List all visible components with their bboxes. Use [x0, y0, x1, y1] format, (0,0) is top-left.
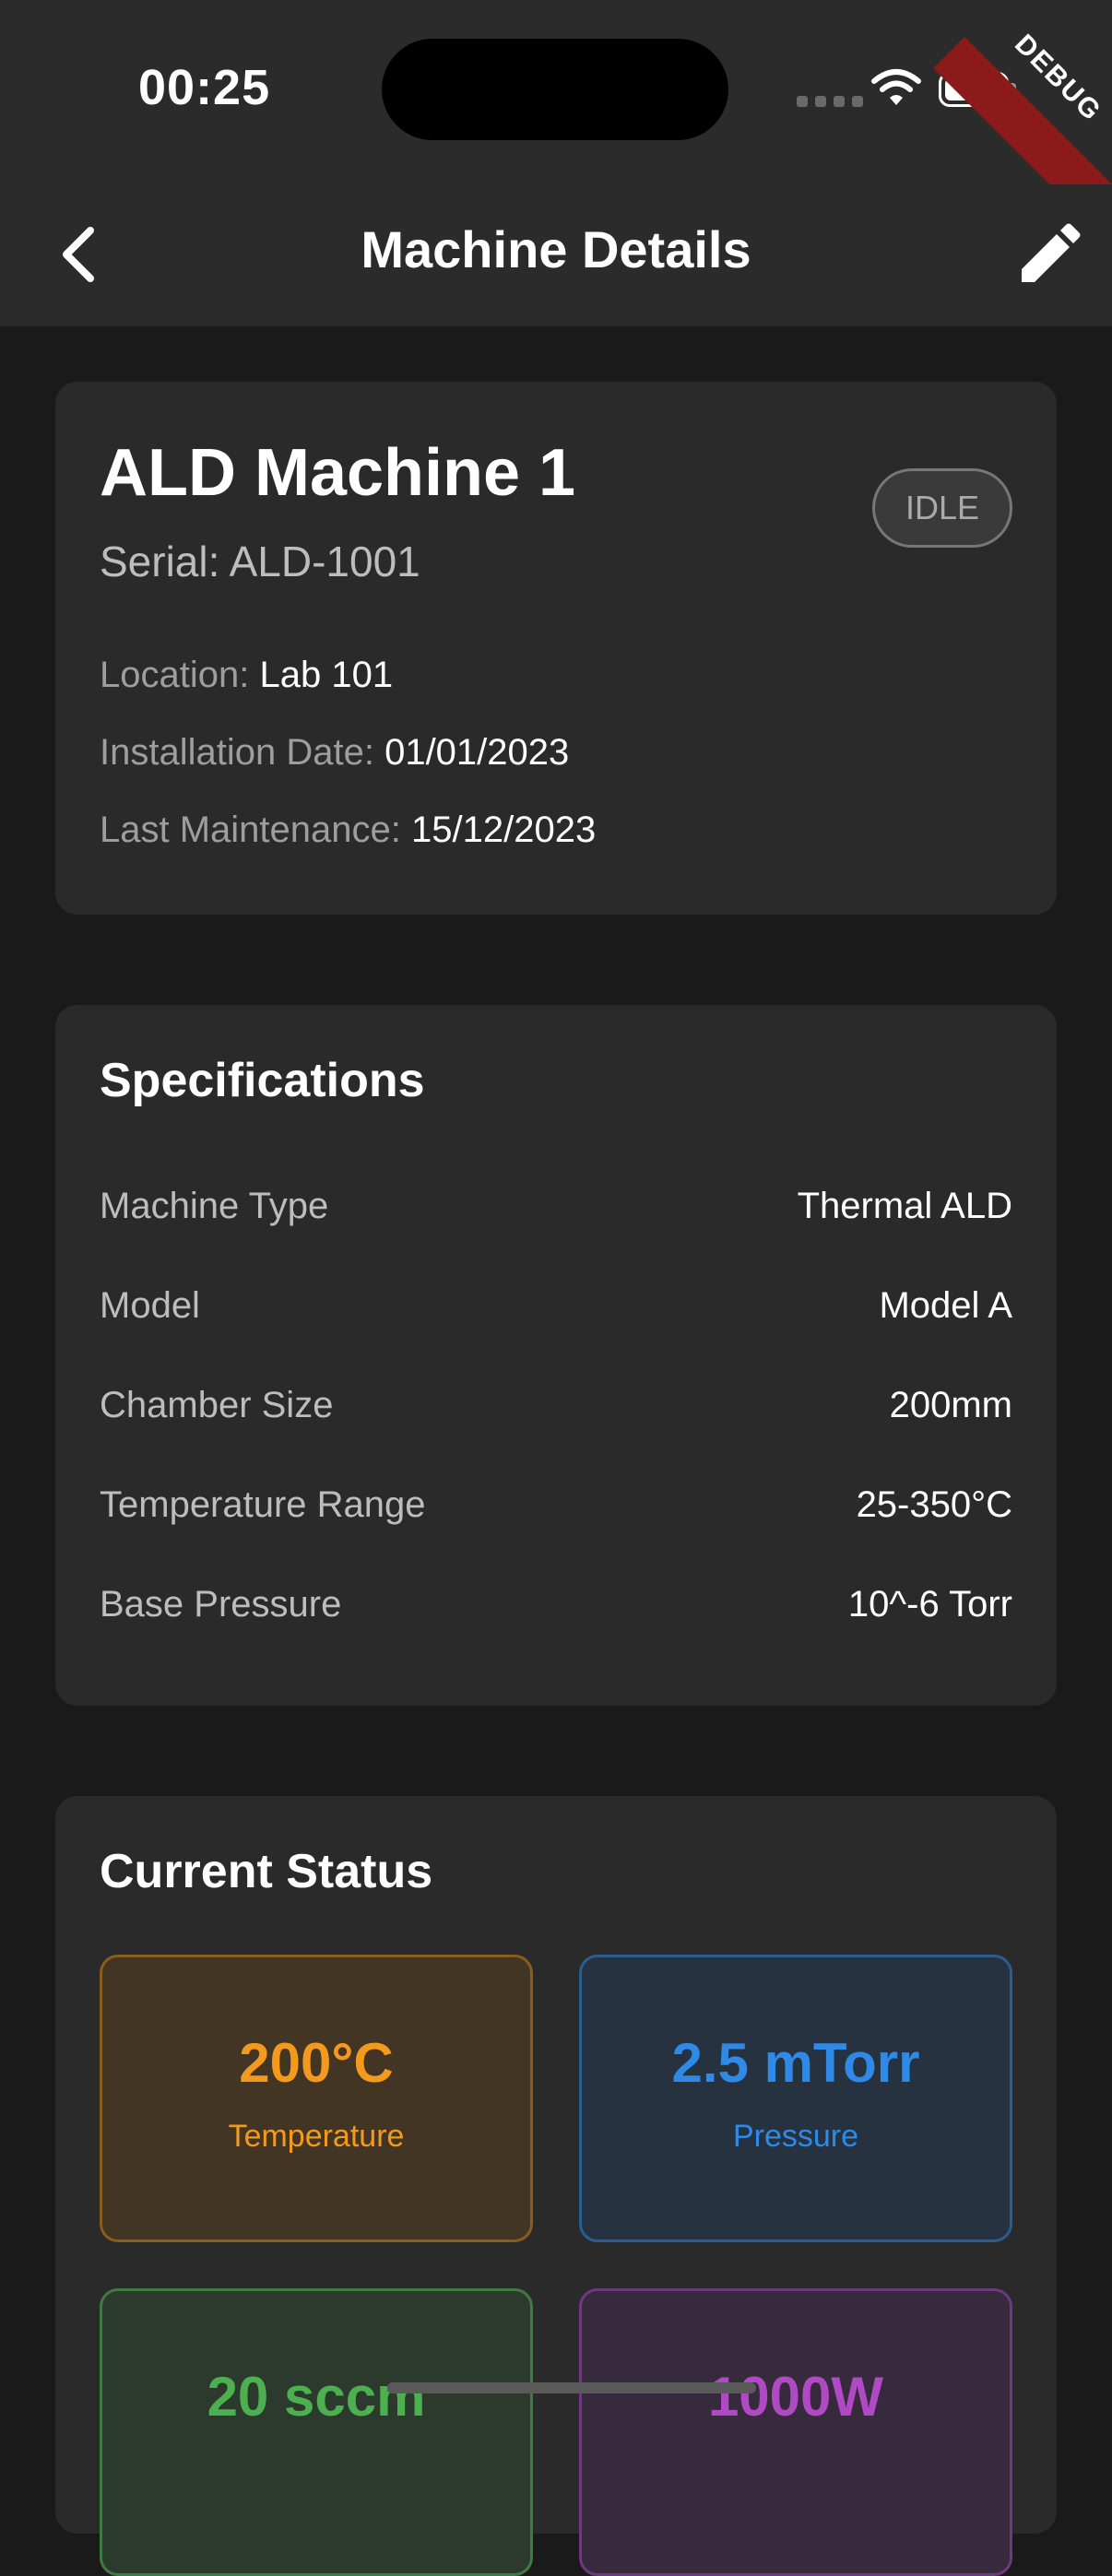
location-line: Location: Lab 101	[100, 655, 393, 696]
spec-value: 200mm	[889, 1385, 1012, 1425]
specifications-card: Specifications Machine Type Thermal ALD …	[55, 1005, 1057, 1706]
specifications-title: Specifications	[100, 1054, 425, 1107]
spec-value: 25-350°C	[856, 1484, 1012, 1525]
spec-row: Base Pressure 10^-6 Torr	[100, 1584, 1012, 1639]
location-label: Location:	[100, 655, 250, 695]
home-indicator[interactable]	[387, 2382, 756, 2393]
spec-key: Model	[100, 1285, 200, 1326]
current-status-title: Current Status	[100, 1845, 433, 1898]
edit-button[interactable]	[1011, 219, 1084, 293]
spec-value: Thermal ALD	[797, 1186, 1012, 1226]
spec-key: Temperature Range	[100, 1484, 426, 1525]
power-value: 1000W	[707, 2366, 884, 2428]
spec-value: 10^-6 Torr	[847, 1584, 1012, 1625]
temperature-tile: 200°C Temperature	[100, 1955, 533, 2242]
page-title: Machine Details	[361, 220, 751, 278]
spec-row: Temperature Range 25-350°C	[100, 1484, 1012, 1540]
temperature-value: 200°C	[239, 2032, 394, 2094]
power-tile: 1000W	[579, 2288, 1012, 2576]
app-bar: Machine Details	[0, 184, 1112, 326]
gas-flow-value: 20 sccm	[207, 2366, 426, 2428]
last-maintenance-line: Last Maintenance: 15/12/2023	[100, 809, 596, 851]
pressure-tile: 2.5 mTorr Pressure	[579, 1955, 1012, 2242]
location-value: Lab 101	[259, 655, 394, 695]
spec-key: Machine Type	[100, 1186, 329, 1226]
spec-row: Chamber Size 200mm	[100, 1385, 1012, 1440]
spec-row: Model Model A	[100, 1285, 1012, 1341]
machine-info-card: ALD Machine 1 Serial: ALD-1001 IDLE Loca…	[55, 382, 1057, 915]
spec-row: Machine Type Thermal ALD	[100, 1186, 1012, 1241]
installation-date-value: 01/01/2023	[384, 732, 570, 773]
wifi-icon	[871, 69, 921, 105]
current-status-card: Current Status 200°C Temperature 2.5 mTo…	[55, 1796, 1057, 2576]
gas-flow-tile: 20 sccm	[100, 2288, 533, 2576]
spec-key: Base Pressure	[100, 1584, 342, 1625]
dynamic-island	[382, 39, 728, 140]
spec-value: Model A	[879, 1285, 1012, 1326]
pressure-label: Pressure	[732, 2119, 859, 2154]
clock: 00:25	[138, 60, 271, 115]
installation-date-line: Installation Date: 01/01/2023	[100, 732, 569, 774]
spec-key: Chamber Size	[100, 1385, 334, 1425]
temperature-label: Temperature	[228, 2119, 405, 2154]
installation-date-label: Installation Date:	[100, 732, 374, 773]
last-maintenance-label: Last Maintenance:	[100, 809, 401, 850]
pressure-value: 2.5 mTorr	[671, 2032, 920, 2094]
cellular-signal-icon	[797, 96, 863, 107]
machine-name: ALD Machine 1	[100, 436, 576, 510]
last-maintenance-value: 15/12/2023	[411, 809, 597, 850]
machine-serial: Serial: ALD-1001	[100, 538, 420, 585]
status-badge: IDLE	[872, 468, 1012, 548]
